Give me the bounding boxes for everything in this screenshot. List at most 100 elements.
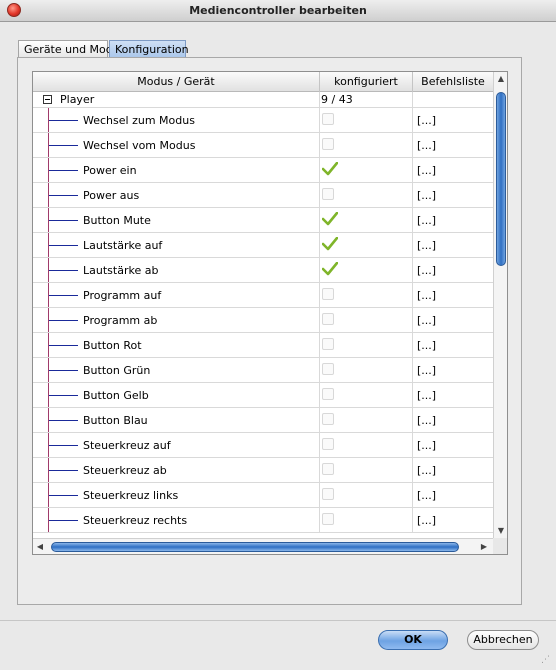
commands-link[interactable]: [...] <box>417 258 436 282</box>
configured-checkbox[interactable] <box>322 513 334 525</box>
tree-branch <box>49 470 78 471</box>
mode-label: Programm ab <box>83 313 158 327</box>
mode-cell: Programm ab <box>33 308 320 332</box>
tab-konfiguration[interactable]: Konfiguration <box>109 40 189 58</box>
configured-checkbox[interactable] <box>322 413 334 425</box>
configured-cell <box>320 408 413 432</box>
commands-link[interactable]: [...] <box>417 483 436 507</box>
resize-grip-icon[interactable]: ⋰ <box>541 655 553 667</box>
configured-checkbox[interactable] <box>322 388 334 400</box>
tab-geraete-und-modi[interactable]: Geräte und Modi <box>18 40 116 58</box>
column-header-mode[interactable]: Modus / Gerät <box>33 72 320 92</box>
configured-cell: 9 / 43 <box>320 92 413 107</box>
table-row[interactable]: Wechsel zum Modus [...] <box>33 108 493 133</box>
mode-label: Steuerkreuz ab <box>83 463 167 477</box>
cancel-button[interactable]: Abbrechen <box>467 630 539 650</box>
configured-checkbox[interactable] <box>322 363 334 375</box>
configured-cell <box>320 208 413 232</box>
commands-link[interactable]: [...] <box>417 308 436 332</box>
commands-link[interactable]: [...] <box>417 283 436 307</box>
commands-link[interactable]: [...] <box>417 433 436 457</box>
checkmark-icon[interactable] <box>322 212 338 226</box>
commands-link[interactable]: [...] <box>417 233 436 257</box>
configured-cell <box>320 258 413 282</box>
scroll-left-icon[interactable]: ◀ <box>33 539 47 554</box>
vertical-scroll-thumb[interactable] <box>496 92 506 266</box>
scroll-down-icon[interactable]: ▼ <box>494 524 507 538</box>
configured-cell <box>320 233 413 257</box>
commands-link[interactable]: [...] <box>417 158 436 182</box>
configured-checkbox[interactable] <box>322 438 334 450</box>
commands-cell: [...] <box>413 508 493 532</box>
table-row[interactable]: Button Grün [...] <box>33 358 493 383</box>
commands-cell: [...] <box>413 258 493 282</box>
mode-label: Lautstärke ab <box>83 263 159 277</box>
configured-cell <box>320 333 413 357</box>
configured-checkbox[interactable] <box>322 288 334 300</box>
commands-link[interactable]: [...] <box>417 383 436 407</box>
table-row[interactable]: Lautstärke ab [...] <box>33 258 493 283</box>
mode-cell: Steuerkreuz links <box>33 483 320 507</box>
ok-button[interactable]: OK <box>378 630 448 650</box>
table-row[interactable]: Programm auf [...] <box>33 283 493 308</box>
commands-cell <box>413 92 493 107</box>
commands-link[interactable]: [...] <box>417 458 436 482</box>
commands-link[interactable]: [...] <box>417 183 436 207</box>
mode-label: Wechsel zum Modus <box>83 113 195 127</box>
table-row[interactable]: Button Mute [...] <box>33 208 493 233</box>
table-row[interactable]: Lautstärke auf [...] <box>33 233 493 258</box>
configured-checkbox[interactable] <box>322 138 334 150</box>
commands-link[interactable]: [...] <box>417 333 436 357</box>
configured-checkbox[interactable] <box>322 463 334 475</box>
mode-label: Steuerkreuz rechts <box>83 513 188 527</box>
commands-cell: [...] <box>413 483 493 507</box>
table-row[interactable]: Steuerkreuz ab [...] <box>33 458 493 483</box>
commands-link[interactable]: [...] <box>417 408 436 432</box>
table-row[interactable]: Power ein [...] <box>33 158 493 183</box>
tree-branch <box>49 445 78 446</box>
commands-link[interactable]: [...] <box>417 508 436 532</box>
checkmark-icon[interactable] <box>322 162 338 176</box>
checkmark-icon[interactable] <box>322 237 338 251</box>
commands-link[interactable]: [...] <box>417 108 436 132</box>
table-row[interactable]: Button Rot [...] <box>33 333 493 358</box>
scroll-right-icon[interactable]: ▶ <box>477 539 491 554</box>
configured-checkbox[interactable] <box>322 338 334 350</box>
scroll-up-icon[interactable]: ▲ <box>494 72 507 86</box>
table-row[interactable]: Wechsel vom Modus [...] <box>33 133 493 158</box>
table-row-player[interactable]: Player 9 / 43 <box>33 92 493 108</box>
commands-link[interactable]: [...] <box>417 208 436 232</box>
table-row[interactable]: Steuerkreuz links [...] <box>33 483 493 508</box>
configured-cell <box>320 108 413 132</box>
vertical-scrollbar[interactable]: ▲ ▼ <box>493 72 507 538</box>
configured-cell <box>320 483 413 507</box>
configured-cell <box>320 158 413 182</box>
table-row[interactable]: Power aus [...] <box>33 183 493 208</box>
mode-label: Programm auf <box>83 288 162 302</box>
tree-branch <box>49 220 78 221</box>
commands-link[interactable]: [...] <box>417 133 436 157</box>
horizontal-scrollbar[interactable]: ◀ ▶ <box>33 538 493 554</box>
mode-cell: Button Blau <box>33 408 320 432</box>
horizontal-scroll-thumb[interactable] <box>51 542 459 552</box>
mode-label: Button Grün <box>83 363 151 377</box>
commands-link[interactable]: [...] <box>417 358 436 382</box>
configured-checkbox[interactable] <box>322 188 334 200</box>
checkmark-icon[interactable] <box>322 262 338 276</box>
table-row[interactable]: Button Gelb [...] <box>33 383 493 408</box>
column-header-commands[interactable]: Befehlsliste <box>413 72 493 92</box>
mode-label: Wechsel vom Modus <box>83 138 196 152</box>
column-header-configured[interactable]: konfiguriert <box>320 72 413 92</box>
configured-checkbox[interactable] <box>322 488 334 500</box>
configured-count: 9 / 43 <box>321 93 353 106</box>
table-row[interactable]: Button Blau [...] <box>33 408 493 433</box>
table-row[interactable]: Steuerkreuz rechts [...] <box>33 508 493 533</box>
tree-branch <box>49 145 78 146</box>
collapse-icon[interactable] <box>43 95 52 104</box>
table-row[interactable]: Programm ab [...] <box>33 308 493 333</box>
configured-checkbox[interactable] <box>322 313 334 325</box>
table-row[interactable]: Steuerkreuz auf [...] <box>33 433 493 458</box>
mode-cell: Programm auf <box>33 283 320 307</box>
commands-cell: [...] <box>413 433 493 457</box>
configured-checkbox[interactable] <box>322 113 334 125</box>
